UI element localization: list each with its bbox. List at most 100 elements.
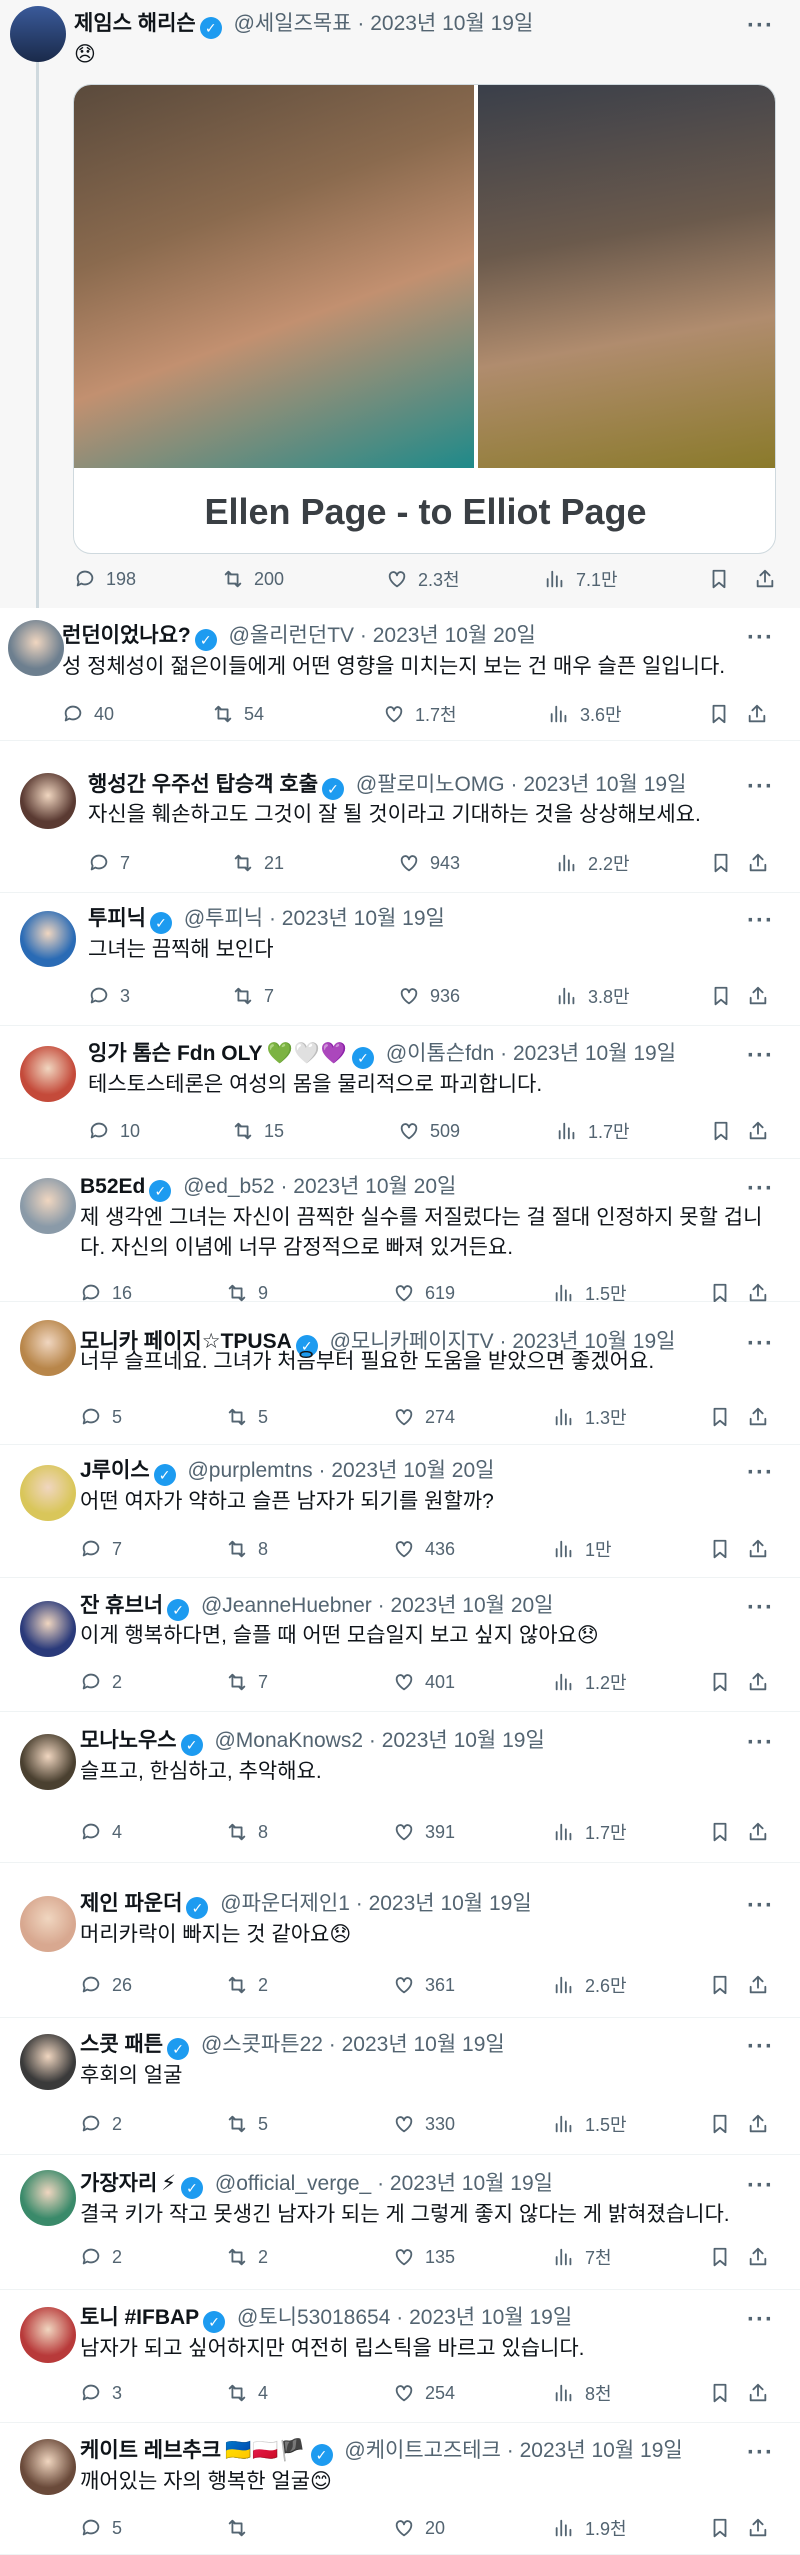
- reply-tweet[interactable]: 잉가 톰슨 Fdn OLY 💚🤍💜 ✓ @이톰슨fdn · 2023년 10월 19…: [0, 1026, 800, 1159]
- reply-button[interactable]: 198: [74, 565, 136, 593]
- views-button[interactable]: 3.6만: [548, 700, 622, 728]
- tweet-date[interactable]: 2023년 10월 19일: [370, 12, 533, 35]
- reply-button[interactable]: 3: [88, 982, 130, 1010]
- like-button[interactable]: 361: [393, 1971, 455, 1999]
- reply-tweet[interactable]: 런던이었나요? ✓ @올리런던TV · 2023년 10월 20일 ··· 성 정…: [0, 608, 800, 741]
- like-button[interactable]: 254: [393, 2379, 455, 2407]
- retweet-button[interactable]: [226, 2514, 258, 2542]
- like-button[interactable]: 135: [393, 2243, 455, 2271]
- more-options-icon[interactable]: ···: [747, 1044, 774, 1068]
- views-button[interactable]: 2.2만: [556, 849, 630, 877]
- more-options-icon[interactable]: ···: [747, 1177, 774, 1201]
- author-name[interactable]: 행성간 우주선 탑승객 호출: [88, 773, 318, 796]
- bookmark-button[interactable]: [708, 565, 730, 593]
- tweet-date[interactable]: 2023년 10월 19일: [342, 2033, 505, 2056]
- share-button[interactable]: [747, 849, 769, 877]
- author-handle[interactable]: @팔로미노OMG: [356, 773, 505, 796]
- author-handle[interactable]: @세일즈목표: [234, 12, 352, 35]
- author-name[interactable]: 케이트 레브추크: [80, 2439, 221, 2462]
- bookmark-button[interactable]: [709, 1818, 731, 1846]
- reply-button[interactable]: 10: [88, 1117, 140, 1145]
- retweet-button[interactable]: 8: [226, 1818, 268, 1846]
- share-button[interactable]: [747, 2514, 769, 2542]
- bookmark-button[interactable]: [709, 2243, 731, 2271]
- tweet-date[interactable]: 2023년 10월 20일: [390, 1594, 553, 1617]
- like-button[interactable]: 943: [398, 849, 460, 877]
- avatar[interactable]: [8, 620, 64, 676]
- more-options-icon[interactable]: ···: [747, 1731, 774, 1755]
- share-button[interactable]: [747, 982, 769, 1010]
- views-button[interactable]: 3.8만: [556, 982, 630, 1010]
- more-options-icon[interactable]: ···: [747, 626, 774, 650]
- reply-button[interactable]: 26: [80, 1971, 132, 1999]
- author-handle[interactable]: @올리런던TV: [229, 624, 354, 647]
- tweet-date[interactable]: 2023년 10월 20일: [331, 1459, 494, 1482]
- avatar[interactable]: [20, 773, 76, 829]
- reply-button[interactable]: 2: [80, 2243, 122, 2271]
- reply-tweet[interactable]: 모니카 페이지☆TPUSA ✓ @모니카페이지TV · 2023년 10월 19일…: [0, 1302, 800, 1445]
- like-button[interactable]: 2.3천: [386, 565, 460, 593]
- more-options-icon[interactable]: ···: [747, 2441, 774, 2465]
- avatar[interactable]: [20, 2307, 76, 2363]
- reply-button[interactable]: 7: [80, 1535, 122, 1563]
- share-button[interactable]: [747, 1117, 769, 1145]
- share-button[interactable]: [747, 1818, 769, 1846]
- reply-tweet[interactable]: 스콧 패튼 ✓ @스콧파튼22 · 2023년 10월 19일 ··· 후회의 얼…: [0, 2018, 800, 2155]
- reply-tweet[interactable]: 토니 #IFBAP ✓ @토니53018654 · 2023년 10월 19일 ·…: [0, 2290, 800, 2423]
- author-handle[interactable]: @케이트고즈테크: [344, 2439, 501, 2462]
- tweet-date[interactable]: 2023년 10월 19일: [390, 2172, 553, 2195]
- retweet-button[interactable]: 7: [226, 1668, 268, 1696]
- share-button[interactable]: [747, 1668, 769, 1696]
- more-options-icon[interactable]: ···: [747, 2174, 774, 2198]
- retweet-button[interactable]: 2: [226, 2243, 268, 2271]
- author-handle[interactable]: @JeanneHuebner: [201, 1594, 372, 1617]
- reply-button[interactable]: 2: [80, 2110, 122, 2138]
- like-button[interactable]: 391: [393, 1818, 455, 1846]
- link-card[interactable]: Ellen Page - to Elliot Page: [73, 84, 776, 554]
- author-handle[interactable]: @파운더제인1: [220, 1892, 350, 1915]
- avatar[interactable]: [10, 6, 66, 62]
- views-button[interactable]: 1.7만: [553, 1818, 627, 1846]
- author-name[interactable]: 제임스 해리슨: [74, 12, 196, 35]
- views-button[interactable]: 1.3만: [553, 1403, 627, 1431]
- like-button[interactable]: 401: [393, 1668, 455, 1696]
- views-button[interactable]: 1.5만: [553, 2110, 627, 2138]
- views-button[interactable]: 1.9천: [553, 2514, 627, 2542]
- author-name[interactable]: 토니 #IFBAP: [80, 2306, 199, 2329]
- reply-tweet[interactable]: B52Ed ✓ @ed_b52 · 2023년 10월 20일 ··· 제 생각엔…: [0, 1159, 800, 1304]
- author-name[interactable]: J루이스: [80, 1459, 150, 1482]
- like-button[interactable]: 20: [393, 2514, 445, 2542]
- like-button[interactable]: 274: [393, 1403, 455, 1431]
- author-name[interactable]: 모나노우스: [80, 1729, 177, 1752]
- views-button[interactable]: 7천: [553, 2243, 612, 2271]
- retweet-button[interactable]: 200: [222, 565, 284, 593]
- avatar[interactable]: [20, 1734, 76, 1790]
- retweet-button[interactable]: 15: [232, 1117, 284, 1145]
- retweet-button[interactable]: 4: [226, 2379, 268, 2407]
- tweet-date[interactable]: 2023년 10월 19일: [369, 1892, 532, 1915]
- more-options-icon[interactable]: ···: [747, 2308, 774, 2332]
- more-options-icon[interactable]: ···: [747, 1596, 774, 1620]
- more-options-icon[interactable]: ···: [747, 14, 774, 38]
- author-handle[interactable]: @official_verge_: [215, 2172, 371, 2195]
- reply-tweet[interactable]: J루이스 ✓ @purplemtns · 2023년 10월 20일 ··· 어떤…: [0, 1445, 800, 1578]
- tweet-date[interactable]: 2023년 10월 19일: [282, 907, 445, 930]
- author-name[interactable]: 가장자리: [80, 2172, 157, 2195]
- author-name[interactable]: 런던이었나요?: [62, 624, 191, 647]
- share-button[interactable]: [746, 700, 768, 728]
- avatar[interactable]: [20, 1601, 76, 1657]
- avatar[interactable]: [20, 1465, 76, 1521]
- avatar[interactable]: [20, 1320, 76, 1376]
- retweet-button[interactable]: 5: [226, 1403, 268, 1431]
- reply-tweet[interactable]: 잔 휴브너 ✓ @JeanneHuebner · 2023년 10월 20일 ··…: [0, 1578, 800, 1712]
- reply-tweet[interactable]: 모나노우스 ✓ @MonaKnows2 · 2023년 10월 19일 ··· 슬…: [0, 1712, 800, 1863]
- reply-button[interactable]: 3: [80, 2379, 122, 2407]
- author-handle[interactable]: @ed_b52: [183, 1175, 274, 1198]
- author-name[interactable]: 스콧 패튼: [80, 2033, 163, 2056]
- views-button[interactable]: 7.1만: [544, 565, 618, 593]
- retweet-button[interactable]: 8: [226, 1535, 268, 1563]
- reply-button[interactable]: 7: [88, 849, 130, 877]
- reply-tweet[interactable]: 케이트 레브추크 🇺🇦🇵🇱🏴 ✓ @케이트고즈테크 · 2023년 10월 19일 …: [0, 2423, 800, 2555]
- share-button[interactable]: [747, 1971, 769, 1999]
- main-tweet[interactable]: 제임스 해리슨 ✓ @세일즈목표 · 2023년 10월 19일 ··· 😞 El…: [0, 0, 800, 608]
